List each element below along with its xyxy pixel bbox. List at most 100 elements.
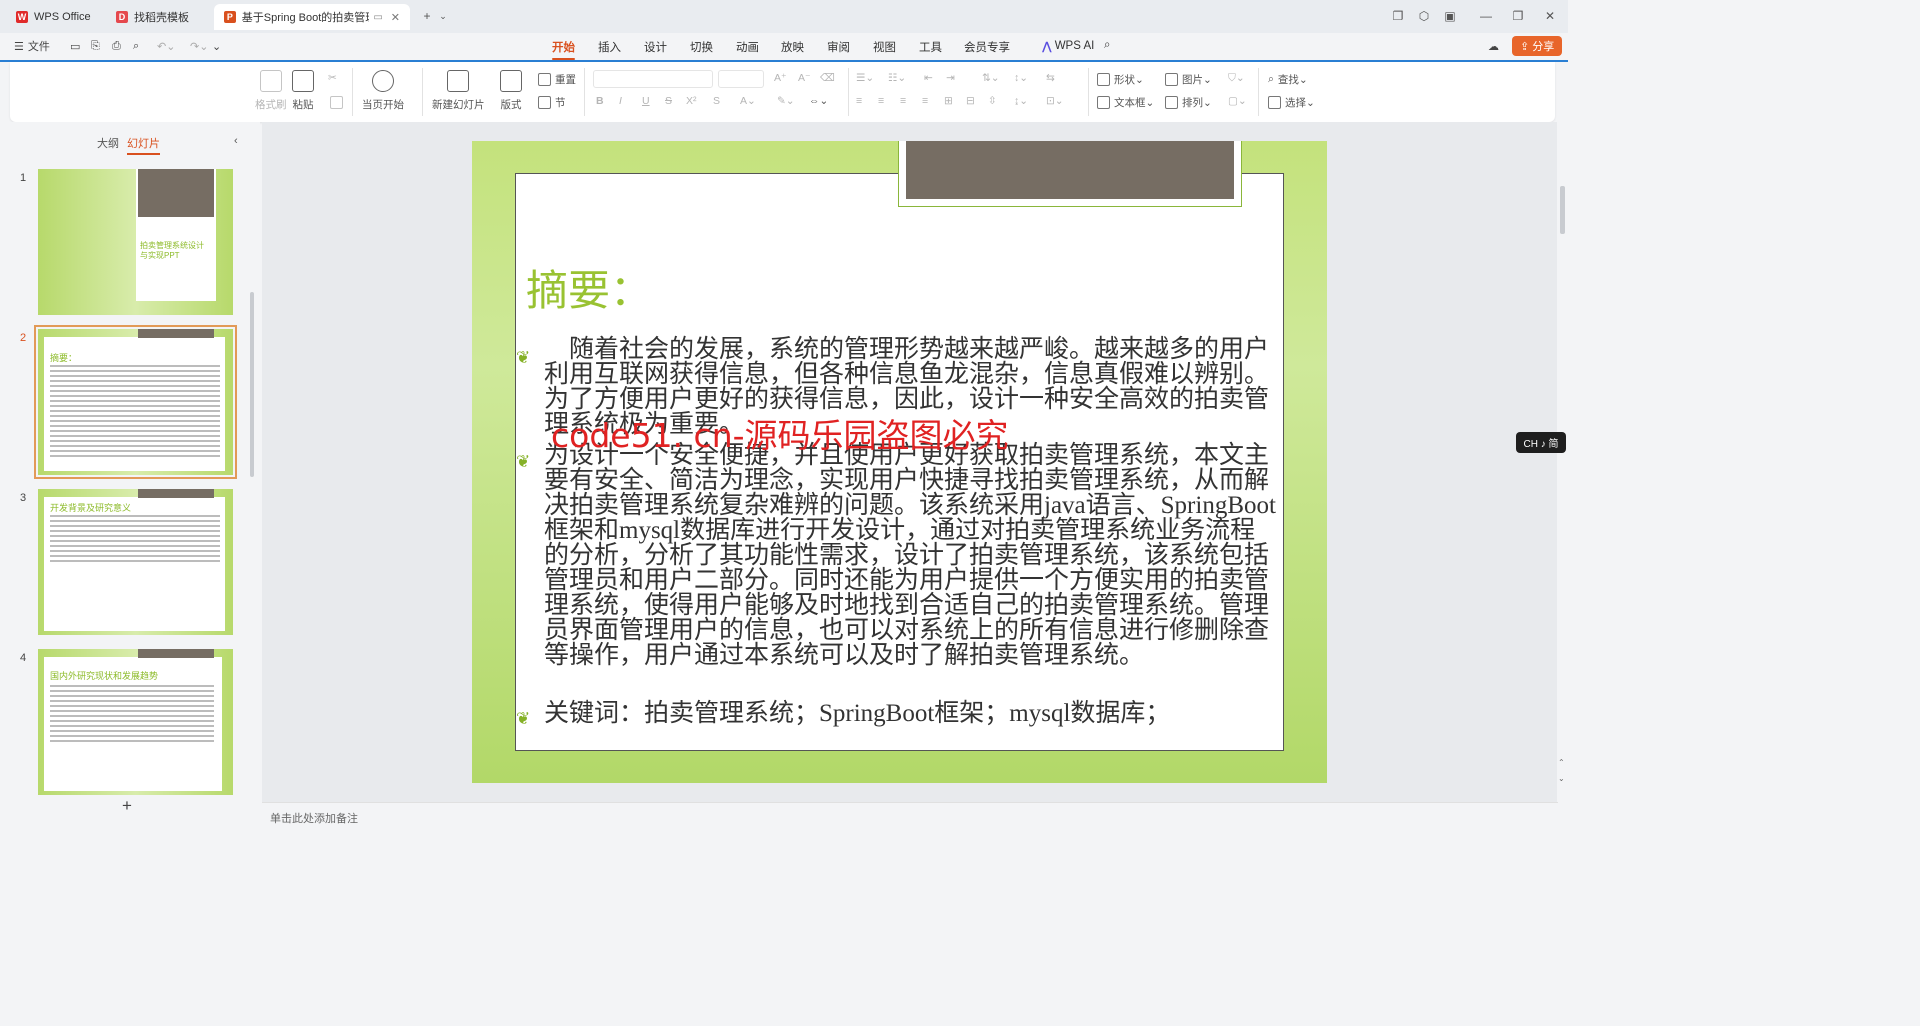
distribute-icon[interactable]: ⊞ — [944, 95, 953, 107]
fill-icon[interactable]: ⛉⌄ — [1228, 72, 1245, 85]
menu-tab-member[interactable]: 会员专享 — [964, 39, 1010, 55]
paragraph-spacing-icon[interactable]: ↨⌄ — [1014, 95, 1028, 107]
reset-button[interactable]: 重置 — [538, 72, 576, 87]
save-icon[interactable]: ▭ — [70, 38, 80, 54]
slide-thumbnail-2[interactable]: 摘要： — [34, 325, 237, 479]
tab-template[interactable]: D 找稻壳模板 — [106, 4, 210, 30]
picture-button[interactable]: 图片 ⌄ — [1165, 72, 1212, 87]
font-family-select[interactable] — [593, 70, 713, 88]
minimize-icon[interactable]: — — [1478, 8, 1494, 24]
bullet-list-icon[interactable]: ☰⌄ — [856, 72, 874, 84]
underline-button[interactable]: U — [642, 95, 650, 107]
cloud-sync-icon[interactable]: ☁ — [1488, 38, 1499, 54]
outline-icon[interactable]: ▢⌄ — [1228, 95, 1247, 107]
menu-tab-review[interactable]: 审阅 — [827, 39, 850, 55]
slide-thumbnail-3[interactable]: 开发背景及研究意义 — [38, 489, 233, 635]
restore-icon[interactable]: ❐ — [1510, 8, 1526, 24]
menu-tab-home[interactable]: 开始 — [552, 39, 575, 60]
collapse-panel-icon[interactable]: ‹ — [234, 135, 238, 147]
menu-tab-slideshow[interactable]: 放映 — [781, 39, 804, 55]
text-wrap-icon[interactable]: ⊡⌄ — [1046, 95, 1064, 107]
select-button[interactable]: 选择 ⌄ — [1268, 95, 1315, 110]
textbox-button[interactable]: 文本框 ⌄ — [1097, 95, 1154, 110]
shadow-icon[interactable]: S — [713, 95, 720, 107]
slide-title[interactable]: 摘要： — [526, 257, 652, 318]
highlight-icon[interactable]: ✎⌄ — [777, 95, 795, 107]
italic-button[interactable]: I — [619, 95, 622, 107]
cut-icon[interactable]: ✂ — [328, 72, 337, 84]
avatar[interactable]: ▣ — [1442, 8, 1458, 24]
character-spacing-icon[interactable]: ⇔⌄ — [809, 95, 828, 107]
align-center-icon[interactable]: ≡ — [878, 95, 884, 107]
paste-button[interactable]: 粘贴 — [292, 70, 314, 112]
notes-pane[interactable]: 单击此处添加备注 — [262, 802, 1558, 828]
vertical-align-icon[interactable]: ⇳ — [988, 95, 997, 107]
redo-icon[interactable]: ↷⌄ — [190, 38, 208, 54]
undo-icon[interactable]: ↶⌄ — [157, 38, 175, 54]
font-size-select[interactable] — [718, 70, 764, 88]
columns-icon[interactable]: ⊟ — [966, 95, 975, 107]
wps-ai-button[interactable]: ⋀ WPS AI — [1042, 39, 1094, 53]
add-slide-button[interactable]: + — [122, 796, 132, 816]
section-button[interactable]: 节 — [538, 95, 566, 110]
menu-tab-tools[interactable]: 工具 — [919, 39, 942, 55]
slide-thumbnail-4[interactable]: 国内外研究现状和发展趋势 — [38, 649, 233, 795]
slide-bullet-3[interactable]: 关键词：拍卖管理系统；SpringBoot框架；mysql数据库； — [544, 701, 1279, 726]
decrease-font-icon[interactable]: A⁻ — [798, 72, 811, 84]
scroll-thumb[interactable] — [1560, 186, 1565, 234]
bold-button[interactable]: B — [596, 95, 604, 107]
print-icon[interactable]: ⎙ — [112, 38, 121, 54]
shape-button[interactable]: 形状 ⌄ — [1097, 72, 1144, 87]
layout-button[interactable]: 版式 — [500, 70, 522, 112]
search-icon[interactable]: ⌕ — [1104, 39, 1110, 52]
find-button[interactable]: ⌕ 查找 ⌄ — [1268, 72, 1308, 87]
new-slide-button[interactable]: 新建幻灯片 — [432, 70, 485, 112]
clear-format-icon[interactable]: ⌫ — [820, 72, 835, 84]
menu-tab-insert[interactable]: 插入 — [598, 39, 621, 55]
window-mode-icon[interactable]: ▭ — [373, 12, 382, 23]
line-spacing-icon[interactable]: ↕⌄ — [1014, 72, 1028, 84]
menu-tab-transition[interactable]: 切换 — [690, 39, 713, 55]
cube-icon[interactable]: ⬡ — [1416, 8, 1432, 24]
text-direction-icon[interactable]: ⇅⌄ — [982, 72, 1000, 84]
tab-wps-office[interactable]: W WPS Office — [6, 4, 101, 30]
align-left-icon[interactable]: ≡ — [856, 95, 862, 107]
font-color-icon[interactable]: A⌄ — [740, 95, 756, 107]
ime-indicator[interactable]: CH ♪ 简 — [1516, 432, 1566, 453]
tab-outline[interactable]: 大纲 — [97, 135, 119, 151]
decrease-indent-icon[interactable]: ⇤ — [924, 72, 933, 84]
slide-thumbnail-1[interactable]: 拍卖管理系统设计与实现PPT — [38, 169, 233, 315]
window-layout-icon[interactable]: ❐ — [1390, 8, 1406, 24]
slide-bullet-2[interactable]: 为设计一个安全便捷，并且使用户更好获取拍卖管理系统，本文主要有安全、简洁为理念，… — [544, 443, 1279, 668]
editor-scrollbar[interactable]: ⌃ ⌄ — [1557, 122, 1568, 802]
superscript-button[interactable]: X² — [686, 95, 697, 107]
format-painter-button[interactable]: 格式刷 — [255, 70, 287, 112]
print-preview-icon[interactable]: ⌕ — [133, 38, 139, 54]
menu-tab-view[interactable]: 视图 — [873, 39, 896, 55]
arrange-button[interactable]: 排列 ⌄ — [1165, 95, 1212, 110]
export-icon[interactable]: ⎘ — [91, 38, 100, 54]
file-menu[interactable]: ☰ 文件 — [14, 38, 50, 54]
menu-tab-design[interactable]: 设计 — [644, 39, 667, 55]
panel-scrollbar[interactable] — [250, 292, 254, 477]
tab-presentation[interactable]: P 基于Spring Boot的拍卖管理 ▭ ✕ — [214, 4, 410, 30]
strikethrough-button[interactable]: S — [665, 95, 672, 107]
menu-tab-animation[interactable]: 动画 — [736, 39, 759, 55]
current-slide[interactable]: 摘要： ❦ 随着社会的发展，系统的管理形势越来越严峻。越来越多的用户利用互联网获… — [472, 141, 1327, 783]
more-quick-actions-icon[interactable]: ⌄ — [212, 38, 221, 54]
align-right-icon[interactable]: ≡ — [900, 95, 906, 107]
scroll-up-icon[interactable]: ⌃ — [1558, 758, 1565, 767]
increase-font-icon[interactable]: A⁺ — [774, 72, 787, 84]
current-slide-start-button[interactable]: 当页开始 — [362, 70, 404, 112]
share-button[interactable]: ⇪ 分享 — [1512, 36, 1563, 56]
scroll-down-icon[interactable]: ⌄ — [1558, 774, 1565, 783]
numbered-list-icon[interactable]: ☷⌄ — [888, 72, 906, 84]
justify-icon[interactable]: ≡ — [922, 95, 928, 107]
close-tab-icon[interactable]: ✕ — [391, 11, 400, 24]
convert-icon[interactable]: ⇆ — [1046, 72, 1055, 84]
new-tab-icon[interactable]: + — [419, 8, 435, 24]
tab-list-chevron-icon[interactable]: ⌄ — [435, 8, 451, 24]
increase-indent-icon[interactable]: ⇥ — [946, 72, 955, 84]
copy-icon[interactable] — [330, 96, 347, 109]
tab-slides[interactable]: 幻灯片 — [127, 135, 160, 155]
